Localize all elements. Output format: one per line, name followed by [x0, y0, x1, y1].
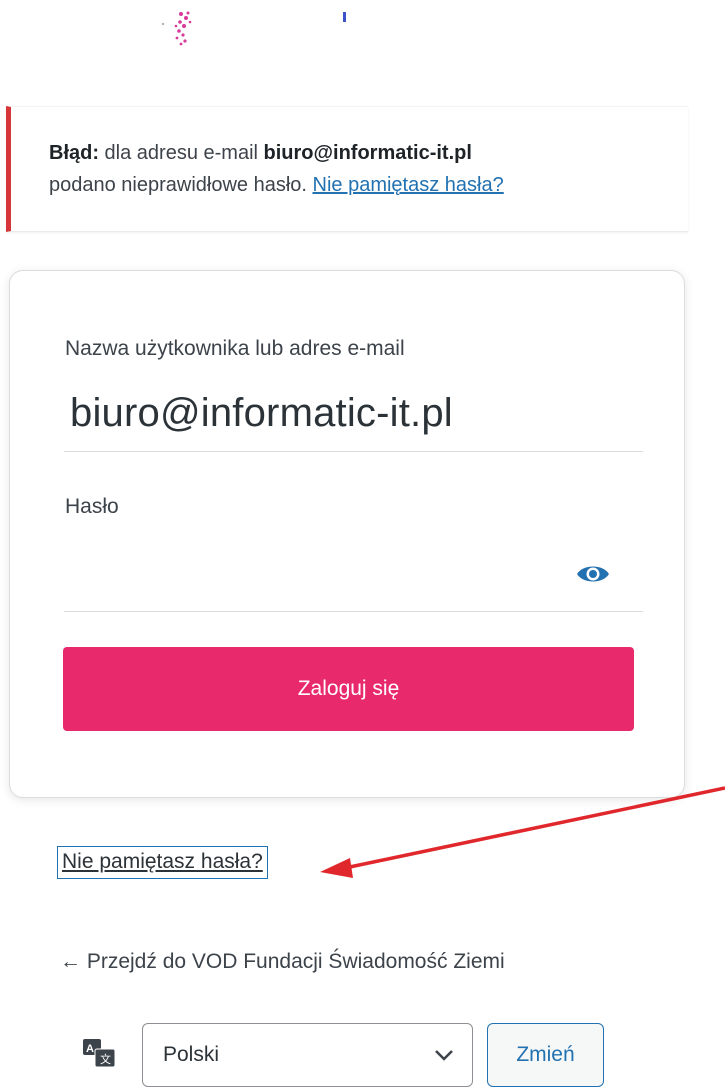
svg-text:文: 文: [100, 1052, 111, 1066]
notice-lost-password-link[interactable]: Nie pamiętasz hasła?: [313, 174, 504, 196]
username-label: Nazwa użytkownika lub adres e-mail: [65, 337, 405, 360]
login-button[interactable]: Zaloguj się: [63, 647, 634, 731]
language-select[interactable]: Polski: [142, 1023, 473, 1087]
language-selected-value: Polski: [163, 1043, 220, 1066]
error-text-1: dla adresu e-mail: [99, 142, 264, 164]
change-language-button[interactable]: Zmień: [487, 1023, 604, 1087]
username-input[interactable]: biuro@informatic-it.pl: [70, 391, 453, 436]
password-input[interactable]: [64, 541, 564, 605]
error-email: biuro@informatic-it.pl: [263, 142, 472, 164]
svg-text:A: A: [86, 1043, 94, 1055]
password-label: Hasło: [65, 495, 119, 518]
error-prefix: Błąd:: [49, 142, 99, 164]
lost-password-link[interactable]: Nie pamiętasz hasła?: [57, 846, 268, 879]
username-underline: [64, 451, 643, 452]
translation-icon: A 文: [82, 1038, 116, 1068]
chevron-down-icon: [416, 1035, 472, 1075]
password-underline: [64, 611, 643, 612]
back-to-site-link[interactable]: ← Przejdź do VOD Fundacji Świadomość Zie…: [60, 950, 505, 974]
site-logo: [150, 4, 370, 64]
show-password-eye-icon[interactable]: [572, 559, 614, 589]
login-error-notice: Błąd: dla adresu e-mail biuro@informatic…: [6, 106, 688, 232]
login-form: Nazwa użytkownika lub adres e-mail biuro…: [9, 270, 685, 798]
error-text-2: podano nieprawidłowe hasło.: [49, 174, 313, 196]
